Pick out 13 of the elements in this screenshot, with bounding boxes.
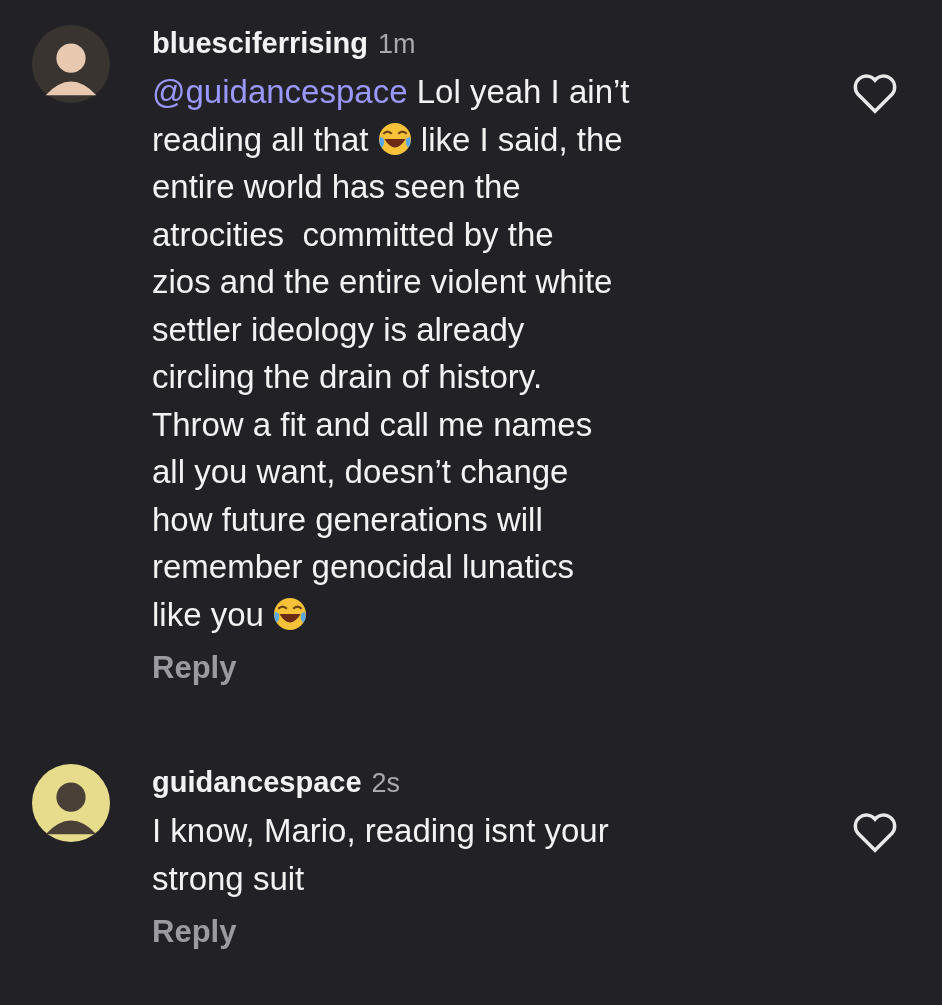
mention-link[interactable]: @guidancespace <box>152 73 408 110</box>
reply-button[interactable]: Reply <box>152 914 237 950</box>
like-icon[interactable] <box>852 73 898 115</box>
like-icon[interactable] <box>852 812 898 854</box>
username[interactable]: guidancespace <box>152 766 362 799</box>
laughing-emoji-icon <box>377 121 412 156</box>
username[interactable]: bluesciferrising <box>152 27 368 60</box>
laughing-emoji-icon <box>273 596 308 631</box>
comment-text: I know, Mario, reading isnt your strong suit <box>152 811 610 899</box>
timestamp: 1m <box>377 29 416 60</box>
comment-text: @guidancespace Lol yeah I ain’t reading all that like I said, the entire world has seen the atrocities committed by the zios and the entire violent white settler ideology is already circling the drain of history. Throw a fit and call me names all you want, doesn’t change how future generations will remember genocidal lunatics like you <box>152 72 631 635</box>
reply-button[interactable]: Reply <box>152 650 237 686</box>
timestamp: 2s <box>371 768 401 799</box>
